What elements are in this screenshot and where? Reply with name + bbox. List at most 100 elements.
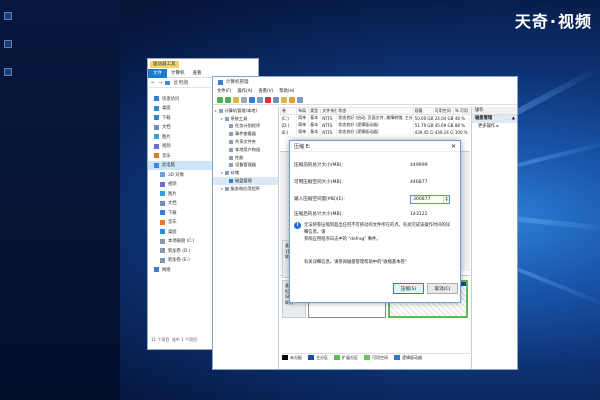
drive-icon	[160, 257, 165, 263]
view-tab[interactable]: 查看	[189, 70, 206, 76]
properties-icon[interactable]	[257, 96, 263, 103]
back-arrow-icon[interactable]: ←	[151, 80, 155, 86]
tree-node[interactable]: 本地用户和组	[213, 146, 278, 154]
tree-node[interactable]: ▾ 计算机管理(本地)	[213, 107, 278, 115]
forward-icon[interactable]	[225, 96, 231, 103]
computer-tab[interactable]: 计算机	[167, 70, 189, 76]
tree-node[interactable]: 任务计划程序	[213, 123, 278, 131]
column-header[interactable]: 类型	[308, 107, 322, 115]
legend-item: 可用空间	[364, 355, 388, 361]
check-icon[interactable]	[273, 96, 279, 103]
table-cell: 51.79 GB	[413, 121, 434, 129]
column-header[interactable]: 可用空间	[432, 107, 454, 115]
table-cell: (C:)	[280, 114, 298, 122]
actions-section[interactable]: 磁盘管理 ▲	[472, 115, 517, 123]
help-icon[interactable]	[249, 96, 255, 103]
nav-item-label: 图片	[162, 134, 171, 140]
tree-node-icon	[229, 132, 233, 137]
forward-arrow-icon[interactable]: →	[158, 80, 162, 86]
shrink-dialog[interactable]: 压缩 E: ✕ 压缩前的总计大小(MB): 449999 可用压缩空间大小(MB)…	[289, 140, 461, 303]
tree-node[interactable]: 共享文件夹	[213, 138, 278, 146]
menu-item[interactable]: 文件(F)	[217, 88, 231, 94]
table-row[interactable]: (D:) 简单 基本 NTFS 状态良好 (逻辑驱动器) 51.79 GB 45.69 GB…	[280, 121, 471, 129]
star-icon	[154, 96, 159, 102]
nav-item-label: 新加卷 (D:)	[168, 248, 191, 254]
tree-expand-icon[interactable]: ▾	[215, 109, 217, 113]
column-header[interactable]: 状态	[336, 107, 414, 115]
tree-node-icon	[229, 140, 233, 145]
file-tab[interactable]: 文件	[148, 68, 167, 78]
back-icon[interactable]	[217, 96, 223, 103]
more-actions-link[interactable]: 更多操作 ▸	[472, 123, 517, 131]
nav-item-label: 视频	[168, 182, 177, 188]
video-icon	[160, 181, 165, 187]
delete-icon[interactable]	[265, 96, 271, 103]
column-header[interactable]: 布局	[296, 107, 310, 115]
tree-node-icon	[229, 124, 233, 129]
tree-expand-icon[interactable]: ▾	[221, 187, 223, 191]
document-icon	[160, 200, 165, 206]
tree-node-label: 磁盘管理	[235, 178, 252, 184]
column-header[interactable]: 容量	[412, 107, 434, 115]
table-row[interactable]: (E:)简单基本NTFS状态良好 (逻辑驱动器)439.45 GB439.24 …	[280, 128, 471, 136]
desktop-icon-3[interactable]	[4, 68, 12, 76]
actions-header: 操作	[472, 107, 517, 115]
table-cell: 简单	[296, 121, 310, 129]
spinner-arrows-icon[interactable]: ▲ ▼	[443, 195, 449, 203]
folder-icon[interactable]	[233, 96, 239, 103]
menu-item[interactable]: 操作(A)	[237, 88, 252, 94]
cancel-button[interactable]: 取消(C)	[427, 283, 458, 294]
tree-node[interactable]: ▾ 系统工具	[213, 115, 278, 123]
tree-node[interactable]: ▾ 服务和应用程序	[213, 185, 278, 193]
nav-item-label: 下载	[168, 210, 177, 216]
list-icon[interactable]	[241, 96, 247, 103]
tree-node-icon	[229, 147, 233, 152]
search-icon[interactable]	[289, 96, 295, 103]
table-cell: NTFS	[320, 121, 338, 129]
tree-node[interactable]: 事件查看器	[213, 130, 278, 138]
tree-node[interactable]: 设备管理器	[213, 162, 278, 170]
tree-expand-icon[interactable]: ▾	[221, 117, 223, 121]
drive-tools-tab[interactable]: 驱动器工具	[150, 60, 179, 68]
column-header[interactable]: 文件系统	[320, 107, 338, 115]
legend-swatch	[282, 355, 288, 360]
tree-node-label: 事件查看器	[235, 131, 256, 137]
chevron-right-icon: ▸	[496, 124, 499, 129]
tree-node-label: 系统工具	[230, 115, 248, 121]
collapse-arrow-icon[interactable]: ▲	[512, 115, 515, 123]
shrink-amount-row: 输入压缩空间量(MB)(E): 306877 ▲ ▼	[294, 194, 450, 204]
shrink-amount-input[interactable]: 306877 ▲ ▼	[410, 194, 450, 204]
view-icon[interactable]	[297, 96, 303, 103]
desktop-icon-2[interactable]	[4, 40, 12, 48]
open-icon[interactable]	[281, 96, 287, 103]
tree-node-label: 计算机管理(本地)	[224, 107, 258, 113]
tree-node[interactable]: 磁盘管理	[213, 177, 278, 185]
desktop-icon	[154, 105, 159, 111]
menu-item[interactable]: 帮助(H)	[279, 88, 294, 94]
table-cell: (D:)	[280, 121, 298, 129]
nav-item-label: 本地磁盘 (C:)	[168, 239, 195, 245]
address-text: 此电脑	[173, 80, 189, 86]
column-header[interactable]: 卷	[279, 107, 298, 115]
nav-item-label: 此电脑	[162, 163, 175, 169]
desktop-icon-1[interactable]	[4, 12, 12, 20]
tree-node[interactable]: 性能	[213, 154, 278, 162]
drive-icon	[160, 248, 165, 254]
table-row[interactable]: (C:) 简单 基本 NTFS 状态良好 (启动, 页面文件, 故障转储, 主分区) 50…	[280, 114, 471, 122]
tree-expand-icon[interactable]: ▾	[221, 171, 223, 175]
volume-table: 卷布局 类型 文件系统 状态 容量 可用空间% 可用 (C:) 简单 基本 NTFS 状态良好 (…	[279, 107, 471, 136]
tree-node-label: 存储	[230, 170, 239, 176]
menu-item[interactable]: 查看(V)	[258, 88, 273, 94]
table-cell: 状态良好 (逻辑驱动器)	[336, 128, 414, 136]
column-header[interactable]: % 可用	[452, 107, 471, 115]
nav-item-label: 下载	[162, 115, 171, 121]
table-cell: 状态良好 (启动, 页面文件, 故障转储, 主分区)	[336, 114, 414, 122]
info-icon: i	[294, 222, 301, 229]
close-icon[interactable]: ✕	[451, 143, 456, 150]
table-cell: 简单	[296, 114, 310, 122]
nav-item-label: 文档	[162, 125, 171, 131]
nav-item-label: 桌面	[162, 106, 171, 112]
tree-node[interactable]: ▾ 存储	[213, 169, 278, 177]
legend-swatch	[334, 355, 340, 360]
shrink-button[interactable]: 压缩(S)	[393, 283, 424, 294]
